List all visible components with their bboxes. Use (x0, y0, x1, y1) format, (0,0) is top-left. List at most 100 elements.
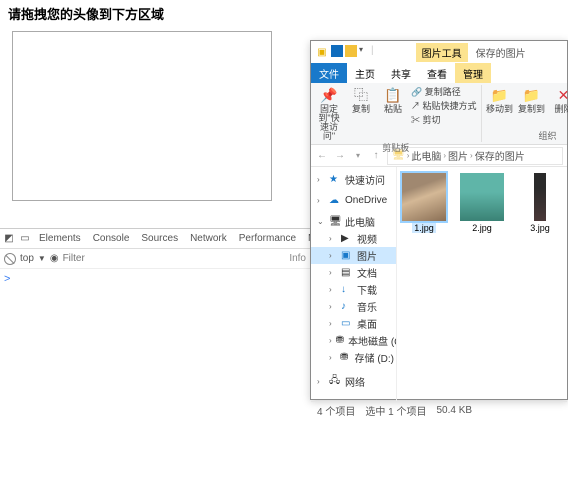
cut-button[interactable]: ✂ 剪切 (411, 113, 477, 126)
tab-home[interactable]: 主页 (347, 63, 383, 83)
paste-shortcut-button[interactable]: ↗ 粘贴快捷方式 (411, 99, 477, 112)
sidebar-disk-d[interactable]: ›⛃存储 (D:) (311, 349, 396, 366)
tab-view[interactable]: 查看 (419, 63, 455, 83)
breadcrumb-saved[interactable]: 保存的图片 (475, 148, 525, 163)
pin-icon: 📌 (319, 85, 339, 105)
tab-file[interactable]: 文件 (311, 63, 347, 83)
properties-icon[interactable] (345, 45, 357, 57)
selection-size: 50.4 KB (436, 405, 472, 416)
chevron-right-icon: › (317, 377, 325, 386)
recent-dropdown-icon[interactable]: ▾ (351, 149, 365, 163)
chevron-right-icon: › (329, 234, 337, 243)
file-list-view[interactable]: 1.jpg 2.jpg 3.jpg (397, 167, 567, 401)
clipboard-group-label: 剪贴板 (382, 141, 409, 154)
sidebar-quick-access[interactable]: ›★快速访问 (311, 171, 396, 188)
chevron-right-icon: › (329, 336, 332, 345)
sidebar-desktop[interactable]: ›▭桌面 (311, 315, 396, 332)
devtools-tab-console[interactable]: Console (88, 231, 135, 246)
sidebar-music[interactable]: ›♪音乐 (311, 298, 396, 315)
thumbnail-icon (402, 173, 446, 221)
music-icon: ♪ (341, 301, 353, 312)
navigation-pane: ›★快速访问 ›☁OneDrive ⌄🖥此电脑 ›▶视频 ›▣图片 ›▤文档 ›… (311, 167, 397, 401)
device-toggle-icon[interactable]: ▭ (18, 232, 32, 246)
sidebar-network[interactable]: ›🖧网络 (311, 372, 396, 391)
devtools-tab-sources[interactable]: Sources (136, 231, 183, 246)
sidebar-onedrive[interactable]: ›☁OneDrive (311, 194, 396, 207)
thumbnail-icon (534, 173, 546, 221)
chevron-right-icon: › (470, 151, 473, 160)
file-name: 2.jpg (470, 223, 494, 233)
copy-button[interactable]: ⿻ 复制 (347, 85, 375, 141)
chevron-right-icon: › (443, 151, 446, 160)
window-titlebar[interactable]: ▣ ▾ | 图片工具 保存的图片 (311, 41, 567, 63)
copy-to-icon: 📁 (522, 85, 542, 105)
forward-arrow-icon[interactable]: → (333, 149, 347, 163)
clear-console-icon[interactable] (4, 253, 16, 265)
back-arrow-icon[interactable]: ← (315, 149, 329, 163)
file-name: 1.jpg (412, 223, 436, 233)
console-info-label: Info (289, 253, 306, 264)
chevron-down-icon[interactable]: ▾ (359, 45, 367, 59)
breadcrumb-pc[interactable]: 此电脑 (411, 148, 441, 163)
item-count: 4 个项目 (317, 403, 355, 418)
avatar-drop-zone[interactable] (12, 31, 272, 201)
devtools-tab-network[interactable]: Network (185, 231, 232, 246)
move-to-button[interactable]: 📁 移动到 (486, 85, 514, 114)
quick-access-icon[interactable] (331, 45, 343, 57)
status-bar: 4 个项目 选中 1 个项目 50.4 KB (311, 401, 567, 419)
address-bar: ← → ▾ ↑ 🖥 › 此电脑 › 图片 › 保存的图片 (311, 145, 567, 167)
eye-icon[interactable]: ◉ (50, 253, 59, 264)
chevron-right-icon: › (329, 302, 337, 311)
selection-count: 选中 1 个项目 (365, 403, 426, 418)
console-prompt[interactable]: > (0, 269, 310, 289)
chevron-right-icon: › (317, 196, 325, 205)
chevron-right-icon: › (329, 268, 337, 277)
sidebar-pictures[interactable]: ›▣图片 (311, 247, 396, 264)
file-name: 3.jpg (528, 223, 552, 233)
file-explorer-window: ▣ ▾ | 图片工具 保存的图片 文件 主页 共享 查看 管理 📌 固定到"快速… (310, 40, 568, 400)
cloud-icon: ☁ (329, 195, 341, 206)
link-icon: 🔗 (411, 87, 422, 97)
file-item[interactable]: 3.jpg (515, 173, 565, 395)
copy-path-button[interactable]: 🔗 复制路径 (411, 85, 477, 98)
sidebar-videos[interactable]: ›▶视频 (311, 230, 396, 247)
paste-button[interactable]: 📋 粘贴 (379, 85, 407, 141)
chevron-right-icon: › (329, 285, 337, 294)
chevron-right-icon: › (317, 175, 325, 184)
thumbnail-icon (460, 173, 504, 221)
pin-quick-access-button[interactable]: 📌 固定到"快速访问" (315, 85, 343, 141)
ribbon-toolbar: 📌 固定到"快速访问" ⿻ 复制 📋 粘贴 🔗 复制路径 ↗ 粘贴快捷方式 ✂ … (311, 83, 567, 145)
dropdown-icon[interactable]: ▼ (38, 254, 46, 263)
drive-icon: ⛃ (340, 352, 351, 363)
divider: | (371, 45, 374, 59)
sidebar-downloads[interactable]: ›↓下载 (311, 281, 396, 298)
copy-to-button[interactable]: 📁 复制到 (518, 85, 546, 114)
delete-icon: ✕ (554, 85, 568, 105)
drive-icon: ⛃ (336, 335, 344, 346)
breadcrumb[interactable]: 🖥 › 此电脑 › 图片 › 保存的图片 (387, 147, 563, 165)
file-item[interactable]: 1.jpg (399, 173, 449, 395)
devtools-panel: ◩ ▭ Elements Console Sources Network Per… (0, 228, 310, 289)
sidebar-documents[interactable]: ›▤文档 (311, 264, 396, 281)
page-heading: 请拖拽您的头像到下方区域 (0, 0, 568, 27)
video-icon: ▶ (341, 233, 353, 244)
context-selector[interactable]: top (20, 253, 34, 264)
pc-icon: 🖥 (329, 216, 341, 227)
tab-share[interactable]: 共享 (383, 63, 419, 83)
breadcrumb-pictures[interactable]: 图片 (448, 148, 468, 163)
devtools-tab-performance[interactable]: Performance (234, 231, 301, 246)
paste-icon: 📋 (383, 85, 403, 105)
sidebar-this-pc[interactable]: ⌄🖥此电脑 (311, 213, 396, 230)
tab-manage[interactable]: 管理 (455, 63, 491, 83)
inspect-icon[interactable]: ◩ (2, 232, 16, 246)
delete-button[interactable]: ✕ 删除 (550, 85, 568, 114)
chevron-right-icon: › (329, 353, 336, 362)
up-arrow-icon[interactable]: ↑ (369, 149, 383, 163)
sidebar-disk-c[interactable]: ›⛃本地磁盘 (C:) (311, 332, 396, 349)
devtools-tab-elements[interactable]: Elements (34, 231, 86, 246)
chevron-right-icon: › (329, 319, 337, 328)
chevron-right-icon: › (329, 251, 337, 260)
file-item[interactable]: 2.jpg (457, 173, 507, 395)
menu-bar: 文件 主页 共享 查看 管理 (311, 63, 567, 83)
console-filter-input[interactable] (63, 253, 286, 264)
